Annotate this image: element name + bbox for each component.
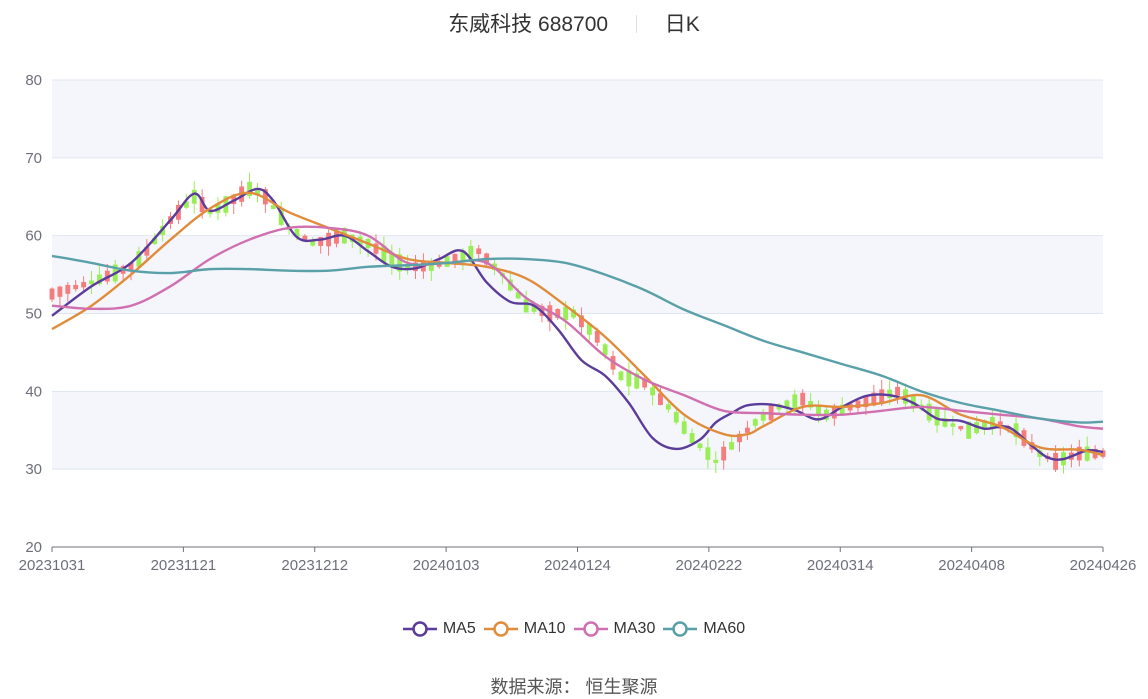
x-tick-label: 20240426 (1070, 557, 1137, 574)
candle-body (673, 412, 679, 423)
candle-body (81, 282, 87, 288)
candle-body (729, 442, 735, 450)
source-value: 恒生聚源 (585, 677, 658, 697)
candle-body (270, 205, 276, 209)
legend-item-ma30[interactable]: MA30 (573, 620, 656, 638)
candle-body (895, 386, 900, 396)
title-separator (635, 15, 637, 33)
data-source: 数据来源： 恒生聚源 (0, 673, 1148, 699)
period-label: 日K (664, 13, 700, 36)
candle-body (49, 288, 55, 300)
y-tick-label: 50 (25, 306, 42, 323)
candle-body (697, 443, 703, 449)
candle-body (476, 248, 482, 255)
candle-body (705, 447, 711, 460)
plot-band (52, 80, 1103, 158)
chart-area: 20 30 40 50 60 70 80 20231031 20231121 20231212 20… (19, 72, 1137, 574)
y-tick-label: 60 (25, 228, 42, 245)
legend-label: MA5 (442, 620, 476, 637)
candle-body (73, 284, 79, 290)
candle-body (958, 426, 964, 430)
legend-marker-icon (402, 621, 437, 637)
y-tick-label: 30 (25, 461, 42, 478)
candle-body (721, 446, 727, 461)
candle-body (1053, 452, 1059, 470)
candle-body (563, 306, 569, 321)
y-tick-label: 40 (25, 383, 42, 400)
candle-body (191, 189, 197, 204)
candle-body (650, 387, 656, 396)
candle-body (800, 392, 806, 406)
legend-item-ma60[interactable]: MA60 (663, 620, 745, 638)
candle-body (89, 280, 94, 285)
candle-body (310, 241, 316, 246)
plot-band (52, 235, 1103, 314)
x-tick-label: 20240408 (938, 557, 1005, 574)
plot-band (52, 391, 1103, 470)
legend-marker-icon (483, 621, 518, 637)
candle-body (768, 403, 774, 421)
candle-body (689, 433, 695, 444)
legend-marker-icon (573, 621, 608, 637)
candle-body (681, 421, 687, 434)
source-label: 数据来源： (490, 677, 581, 697)
chart-title: 东威科技 688700 日K (0, 8, 1148, 38)
x-tick-label: 20240103 (413, 557, 480, 574)
x-tick-label: 20231121 (151, 557, 217, 574)
legend: MA5 MA10 MA30 MA60 (0, 620, 1148, 643)
stock-name: 东威科技 688700 (448, 13, 609, 36)
x-tick-label: 20240124 (544, 557, 611, 574)
candle-body (665, 404, 671, 410)
candle-body (760, 413, 766, 421)
candle-body (1084, 446, 1090, 461)
legend-label: MA60 (703, 620, 746, 637)
x-tick-label: 20231212 (281, 557, 348, 574)
candle-body (618, 371, 624, 381)
candle-body (57, 286, 63, 297)
y-tick-label: 80 (25, 72, 42, 89)
legend-marker-icon (663, 621, 698, 637)
candle-body (744, 427, 750, 433)
candle-body (334, 231, 339, 244)
candle-body (65, 284, 71, 294)
y-tick-label: 70 (25, 150, 42, 167)
x-tick-label: 20240314 (807, 557, 874, 574)
candle-body (713, 459, 719, 463)
x-tick-label: 20231031 (19, 557, 86, 574)
legend-label: MA30 (613, 620, 656, 637)
y-tick-label: 20 (25, 539, 42, 556)
candle-body (752, 419, 758, 426)
candle-body (523, 299, 529, 313)
legend-label: MA10 (523, 620, 566, 637)
x-tick-label: 20240222 (676, 557, 743, 574)
candle-body (792, 394, 798, 409)
candle-body (950, 423, 956, 427)
legend-item-ma5[interactable]: MA5 (402, 620, 476, 638)
legend-item-ma10[interactable]: MA10 (483, 620, 566, 638)
